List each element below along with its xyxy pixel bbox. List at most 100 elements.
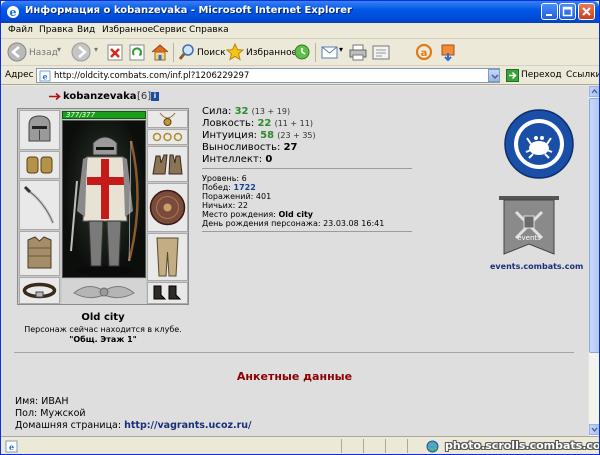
mail-dropdown-icon[interactable]: ▾: [339, 45, 343, 54]
svg-text:e: e: [42, 72, 47, 82]
address-dropdown-button[interactable]: [488, 69, 500, 82]
hp-value: 377/377: [66, 111, 96, 119]
info-value: 401: [255, 192, 272, 201]
scroll-down-button[interactable]: [589, 424, 599, 435]
stat-agility: Ловкость: 22 (11 + 11): [202, 118, 313, 129]
address-url[interactable]: http://oldcity.combats.com/inf.pl?120622…: [54, 71, 249, 81]
address-label: Адрес: [5, 70, 34, 80]
menu-view[interactable]: Вид: [77, 25, 95, 35]
boots-slot[interactable]: [147, 282, 188, 304]
forward-icon[interactable]: [71, 42, 91, 62]
armor-slot[interactable]: [19, 231, 60, 276]
svg-text:e: e: [10, 6, 17, 19]
gloves-slot[interactable]: [147, 146, 188, 182]
stat-bonus: (11 + 11): [274, 119, 313, 128]
status-divider: [363, 439, 364, 453]
favorites-star-icon[interactable]: [225, 42, 245, 62]
info-label: День рождения персонажа:: [202, 219, 321, 228]
svg-text:e: e: [9, 442, 14, 452]
page-content: kobanzevaka [6] i 377/377 Old city Персо…: [1, 86, 588, 436]
armor-icon: [27, 236, 52, 269]
leggings-slot[interactable]: [147, 233, 188, 281]
rings-slot[interactable]: [147, 129, 188, 145]
menu-favorites[interactable]: Избранное: [102, 25, 153, 35]
stat-intuition: Интуиция: 58 (23 + 35): [202, 130, 316, 141]
homepage-link[interactable]: http://vagrants.ucoz.ru/: [124, 420, 251, 431]
profile-label: Имя:: [15, 396, 39, 407]
scroll-up-button[interactable]: [589, 86, 599, 97]
menu-file[interactable]: Файл: [8, 25, 33, 35]
divider: [202, 168, 412, 169]
clan-emblem-icon[interactable]: [503, 108, 575, 180]
maximize-button[interactable]: [559, 3, 576, 20]
browser-window: e Информация о kobanzevaka - Microsoft I…: [0, 0, 600, 455]
shield-slot[interactable]: [147, 183, 188, 232]
go-icon[interactable]: [506, 69, 519, 82]
belt-slot[interactable]: [19, 277, 60, 304]
helmet-slot[interactable]: [19, 110, 60, 150]
profile-value: Мужской: [40, 408, 86, 419]
links-button[interactable]: Ссылки: [566, 70, 599, 80]
stop-icon[interactable]: [106, 42, 124, 62]
forward-dropdown-icon[interactable]: ▾: [94, 45, 98, 54]
info-label: Поражений:: [202, 192, 254, 201]
menu-bar: Файл Правка Вид Избранное Сервис Справка: [1, 23, 599, 60]
profile-value: ИВАН: [41, 396, 69, 407]
stat-strength: Сила: 32 (13 + 19): [202, 106, 290, 117]
stat-value: 22: [257, 118, 272, 129]
go-button-label[interactable]: Переход: [521, 70, 562, 80]
mail-icon[interactable]: [320, 42, 340, 62]
search-icon[interactable]: [178, 42, 196, 62]
profile-label: Домашняя страница:: [15, 420, 122, 431]
messenger-icon[interactable]: a: [415, 42, 433, 62]
events-flag-icon[interactable]: events: [498, 194, 560, 260]
search-button-label[interactable]: Поиск: [197, 48, 226, 58]
menu-edit[interactable]: Правка: [39, 25, 73, 35]
menu-service[interactable]: Сервис: [153, 25, 187, 35]
close-icon: [582, 7, 591, 16]
stat-value: 27: [283, 142, 298, 153]
status-bar: e photo.scrolls.combats.com: [1, 436, 599, 454]
menu-help[interactable]: Справка: [189, 25, 229, 35]
stat-endurance: Выносливость: 27: [202, 142, 298, 153]
city-emblem: [62, 279, 146, 304]
profile-name-row: Имя: ИВАН: [15, 396, 69, 407]
title-bar[interactable]: e Информация о kobanzevaka - Microsoft I…: [1, 1, 599, 23]
stat-value: 58: [260, 130, 275, 141]
equipment-panel: 377/377: [17, 108, 189, 305]
arrow-icon: [49, 92, 61, 101]
back-dropdown-icon[interactable]: ▾: [57, 45, 61, 54]
bracers-slot[interactable]: [19, 151, 60, 179]
edit-icon[interactable]: [371, 42, 391, 62]
helmet-icon: [28, 115, 51, 142]
back-button-label[interactable]: Назад: [29, 48, 58, 58]
status-divider: [341, 439, 342, 453]
info-icon[interactable]: i: [151, 92, 159, 101]
shield-icon: [149, 189, 186, 226]
amulet-slot[interactable]: [147, 110, 188, 128]
back-icon[interactable]: [7, 42, 27, 62]
home-icon[interactable]: [150, 42, 170, 62]
address-bar: Адрес e http://oldcity.combats.com/inf.p…: [1, 66, 599, 85]
info-birthday: День рождения персонажа: 23.03.08 16:41: [202, 219, 384, 228]
info-value: 1722: [233, 183, 256, 192]
info-value: 6: [241, 174, 247, 183]
leggings-icon: [156, 237, 179, 277]
bracers-icon: [26, 156, 53, 174]
info-label: Ничьих:: [202, 201, 236, 210]
scroll-thumb[interactable]: [589, 98, 599, 353]
print-icon[interactable]: [348, 42, 368, 62]
profile-section-title: Анкетные данные: [236, 370, 353, 383]
window-title: Информация о kobanzevaka - Microsoft Int…: [25, 5, 352, 16]
favorites-button-label[interactable]: Избранное: [246, 48, 297, 58]
research-icon[interactable]: [439, 42, 457, 62]
events-link[interactable]: events.combats.com: [490, 262, 583, 271]
history-icon[interactable]: [293, 42, 311, 62]
vertical-scrollbar[interactable]: [588, 86, 599, 436]
weapon-slot[interactable]: [19, 180, 60, 230]
refresh-icon[interactable]: [128, 42, 146, 62]
close-button[interactable]: [578, 3, 595, 20]
address-input[interactable]: e http://oldcity.combats.com/inf.pl?1206…: [36, 68, 500, 83]
minimize-button[interactable]: [541, 3, 558, 20]
status-divider: [407, 439, 408, 453]
